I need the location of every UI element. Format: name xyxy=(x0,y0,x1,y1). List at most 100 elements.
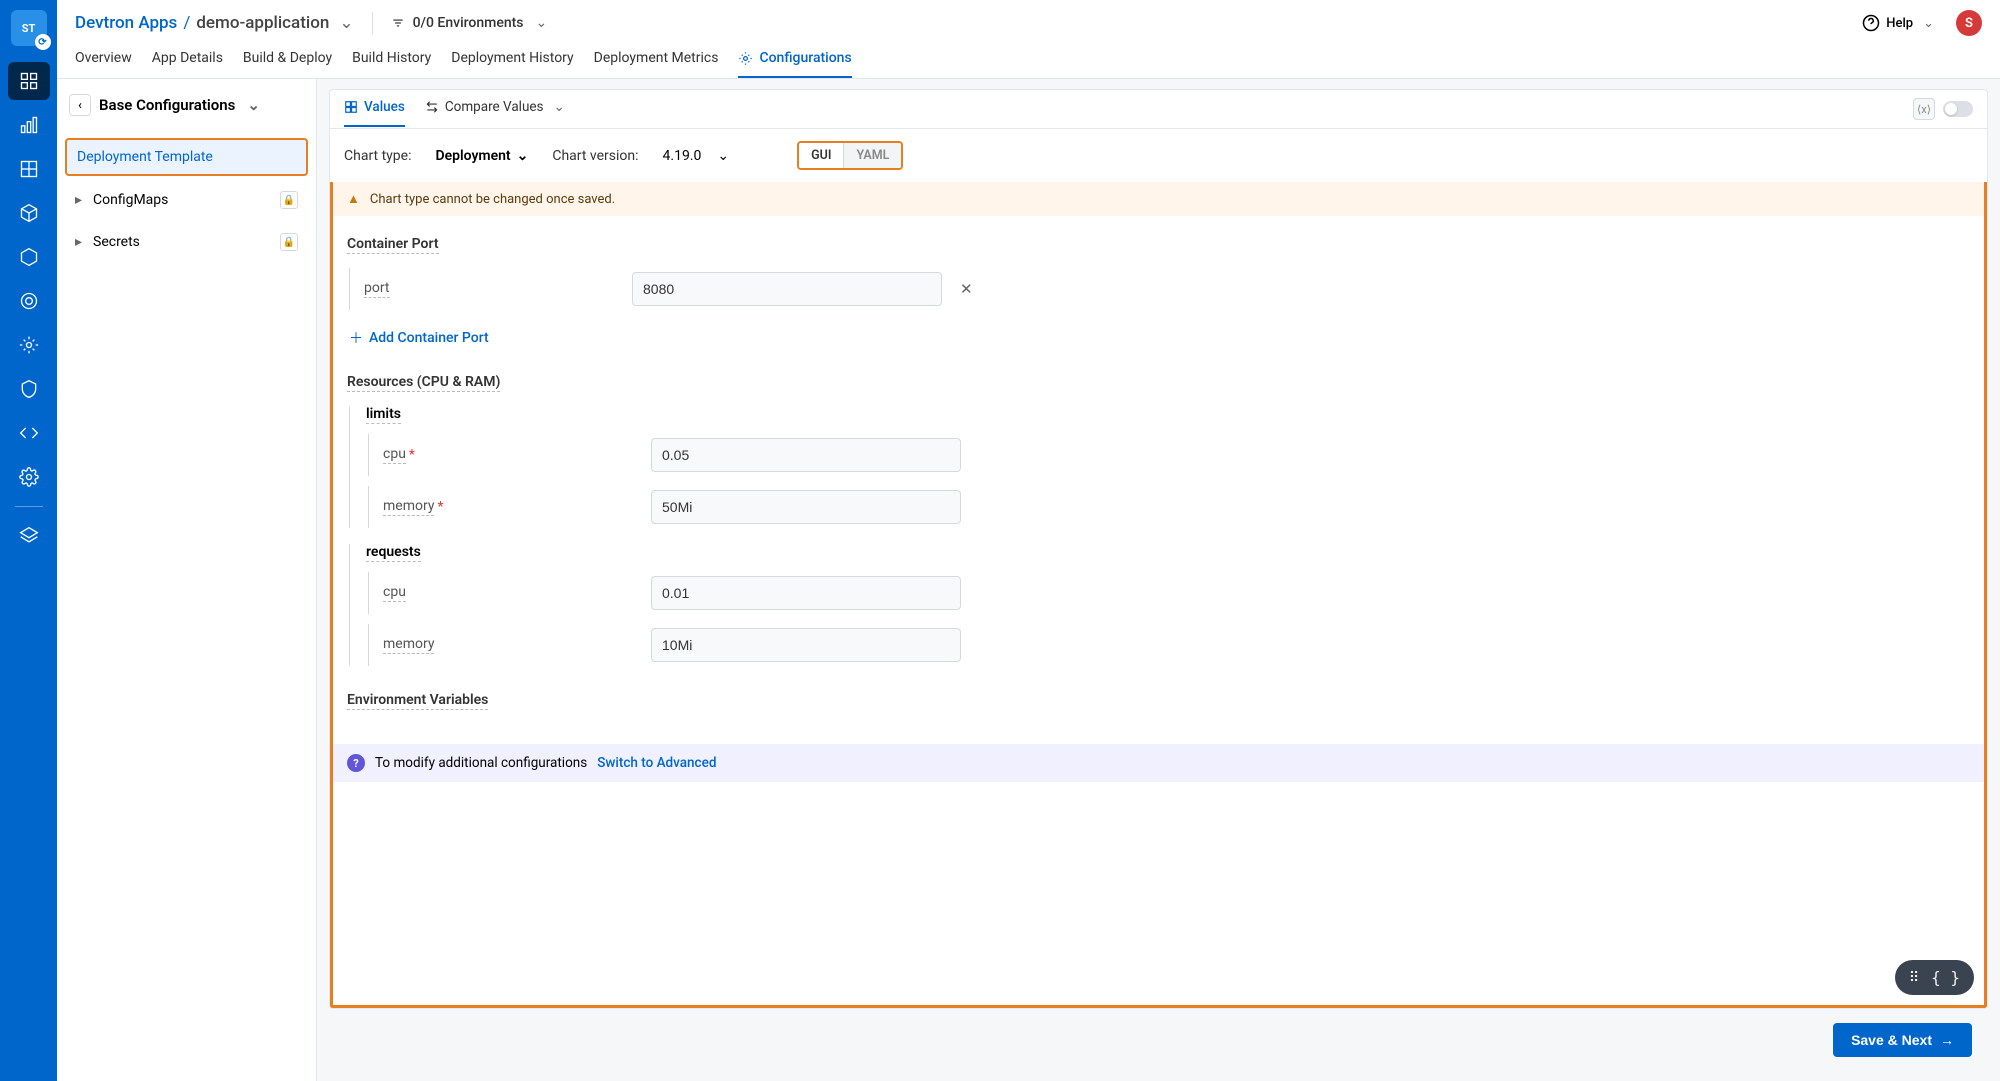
chart-version-value: 4.19.0 xyxy=(663,148,702,164)
footer: Save & Next → xyxy=(329,1009,1988,1071)
subtab-compare-label: Compare Values xyxy=(445,99,544,115)
nav-settings-icon[interactable] xyxy=(8,326,50,364)
nav-code-icon[interactable] xyxy=(8,414,50,452)
breadcrumb-root[interactable]: Devtron Apps xyxy=(75,13,177,33)
tab-build-history[interactable]: Build History xyxy=(352,50,431,78)
chart-version-label: Chart version: xyxy=(552,148,638,164)
config-sidebar: ‹ Base Configurations ⌄ Deployment Templ… xyxy=(57,79,317,1081)
back-label: Base Configurations xyxy=(99,96,235,114)
drag-handle-icon: ⠿ xyxy=(1909,970,1921,986)
app-tabs: Overview App Details Build & Deploy Buil… xyxy=(57,36,2000,79)
floating-action-button[interactable]: ⠿ { } xyxy=(1895,960,1974,995)
sidebar-item-configmaps[interactable]: ▸ ConfigMaps 🔒 xyxy=(65,182,308,218)
nav-charts-icon[interactable] xyxy=(8,106,50,144)
back-base-configurations[interactable]: ‹ Base Configurations ⌄ xyxy=(65,90,264,120)
save-next-button[interactable]: Save & Next → xyxy=(1833,1023,1972,1057)
port-input[interactable] xyxy=(632,272,942,306)
chevron-down-icon: ⌄ xyxy=(517,148,529,164)
nav-gear-icon[interactable] xyxy=(8,458,50,496)
arrow-right-icon: → xyxy=(1940,1032,1954,1048)
resources-title: Resources (CPU & RAM) xyxy=(347,374,500,392)
requests-cpu-label: cpu xyxy=(383,584,406,602)
chart-type-selector[interactable]: Deployment ⌄ xyxy=(435,148,528,164)
tab-deployment-metrics[interactable]: Deployment Metrics xyxy=(594,50,719,78)
sidebar-item-label: Secrets xyxy=(93,234,140,250)
info-icon: ? xyxy=(347,754,365,772)
breadcrumb-app: demo-application xyxy=(196,13,329,33)
limits-cpu-label: cpu xyxy=(383,446,406,464)
requests-memory-label: memory xyxy=(383,636,434,654)
sidebar-item-label: ConfigMaps xyxy=(93,192,168,208)
nav-cube-icon[interactable] xyxy=(8,194,50,232)
chevron-down-icon: ⌄ xyxy=(536,15,548,31)
limits-memory-input[interactable] xyxy=(651,490,961,524)
warning-banner: ▲ Chart type cannot be changed once save… xyxy=(333,182,1984,216)
tab-app-details[interactable]: App Details xyxy=(152,50,223,78)
close-icon[interactable]: ✕ xyxy=(960,280,973,298)
limits-cpu-input[interactable] xyxy=(651,438,961,472)
info-bar: ? To modify additional configurations Sw… xyxy=(333,744,1984,782)
resources-group: Resources (CPU & RAM) limits cpu* memory… xyxy=(347,374,1970,666)
chevron-down-icon: ⌄ xyxy=(247,96,260,114)
caret-right-icon: ▸ xyxy=(75,234,85,250)
limits-group: limits cpu* memory* xyxy=(349,406,1970,528)
nav-target-icon[interactable] xyxy=(8,282,50,320)
help-button[interactable]: Help ⌄ xyxy=(1862,14,1934,32)
chevron-down-icon: ⌄ xyxy=(1923,16,1934,31)
environments-selector[interactable]: 0/0 Environments ⌄ xyxy=(391,15,548,31)
chart-type-value: Deployment xyxy=(435,148,510,164)
breadcrumb: Devtron Apps / demo-application ⌄ xyxy=(75,13,354,33)
add-container-port-button[interactable]: ＋ Add Container Port xyxy=(347,320,1970,348)
left-rail: ST⟳ xyxy=(0,0,57,1081)
switch-to-advanced-link[interactable]: Switch to Advanced xyxy=(597,755,716,771)
nav-apps-icon[interactable] xyxy=(8,62,50,100)
save-next-label: Save & Next xyxy=(1851,1032,1932,1048)
container-port-group: Container Port port ✕ ＋ Add Container Po… xyxy=(347,236,1970,348)
sidebar-item-label: Deployment Template xyxy=(77,149,213,165)
warning-icon: ▲ xyxy=(347,191,360,207)
tab-deployment-history[interactable]: Deployment History xyxy=(451,50,573,78)
requests-title: requests xyxy=(366,544,421,562)
subtab-values[interactable]: Values xyxy=(344,99,405,127)
requests-group: requests cpu memory xyxy=(349,544,1970,666)
limits-title: limits xyxy=(366,406,401,424)
chart-version-selector[interactable]: 4.19.0 ⌄ xyxy=(663,148,730,164)
plus-icon: ＋ xyxy=(349,328,363,348)
environments-label: 0/0 Environments xyxy=(413,15,524,31)
subtab-compare[interactable]: Compare Values ⌄ xyxy=(425,99,565,127)
brand-logo[interactable]: ST⟳ xyxy=(11,10,47,46)
env-vars-group: Environment Variables xyxy=(347,692,1970,724)
add-container-port-label: Add Container Port xyxy=(369,330,489,346)
chart-type-label: Chart type: xyxy=(344,148,411,164)
limits-memory-label: memory xyxy=(383,498,434,516)
lock-icon: 🔒 xyxy=(280,191,298,209)
env-vars-title: Environment Variables xyxy=(347,692,488,710)
caret-right-icon: ▸ xyxy=(75,192,85,208)
nav-layers-icon[interactable] xyxy=(8,517,50,555)
chevron-down-icon: ⌄ xyxy=(717,148,729,164)
tab-configurations[interactable]: Configurations xyxy=(738,50,851,78)
chart-row: Chart type: Deployment ⌄ Chart version: … xyxy=(330,129,1987,182)
braces-icon: { } xyxy=(1931,968,1960,987)
tab-configurations-label: Configurations xyxy=(759,50,851,66)
requests-cpu-input[interactable] xyxy=(651,576,961,610)
tab-build-deploy[interactable]: Build & Deploy xyxy=(243,50,332,78)
back-icon: ‹ xyxy=(69,94,91,116)
seg-yaml-button[interactable]: YAML xyxy=(843,143,901,168)
values-subtabs: Values Compare Values ⌄ ⟨x⟩ xyxy=(330,90,1987,129)
tab-overview[interactable]: Overview xyxy=(75,50,132,78)
seg-gui-button[interactable]: GUI xyxy=(799,143,843,168)
avatar[interactable]: S xyxy=(1956,10,1982,36)
chevron-down-icon: ⌄ xyxy=(554,99,565,115)
sidebar-item-deployment-template[interactable]: Deployment Template xyxy=(65,138,308,176)
var-icon[interactable]: ⟨x⟩ xyxy=(1913,98,1935,120)
nav-grid-icon[interactable] xyxy=(8,150,50,188)
toggle-switch[interactable] xyxy=(1943,101,1973,117)
lock-icon: 🔒 xyxy=(280,233,298,251)
nav-box-icon[interactable] xyxy=(8,238,50,276)
nav-shield-icon[interactable] xyxy=(8,370,50,408)
requests-memory-input[interactable] xyxy=(651,628,961,662)
chevron-down-icon[interactable]: ⌄ xyxy=(339,13,353,33)
sidebar-item-secrets[interactable]: ▸ Secrets 🔒 xyxy=(65,224,308,260)
subtab-values-label: Values xyxy=(364,99,405,115)
